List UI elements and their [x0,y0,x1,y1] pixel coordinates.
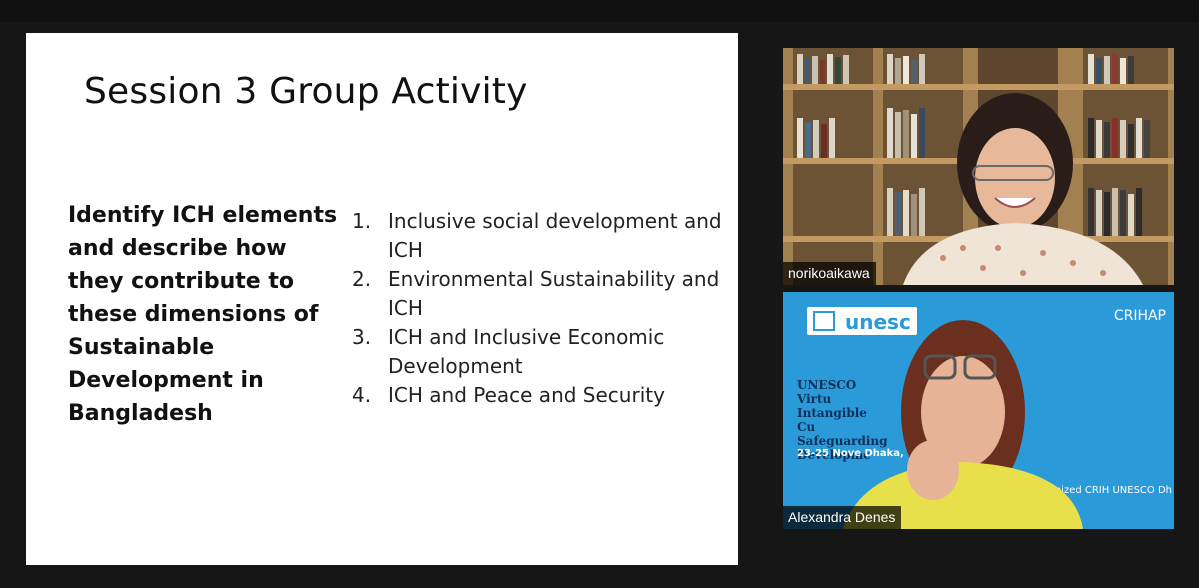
slide-title: Session 3 Group Activity [84,71,528,112]
list-number: 3. [352,325,372,349]
list-text: ICH and Peace and Security [388,383,665,407]
participant-name: Alexandra Denes [783,506,902,529]
list-item: 2. Environmental Sustainability and ICH [352,265,732,323]
list-item: 1. Inclusive social development and ICH [352,207,732,265]
list-number: 1. [352,209,372,233]
top-strip [0,0,1199,22]
list-text: Environmental Sustainability and ICH [388,267,720,320]
shared-slide: Session 3 Group Activity Identify ICH el… [26,33,738,565]
participant-video-tile[interactable]: unesc CRIHAP UNESCO Virtu Intangible Cu … [783,292,1174,529]
slide-list: 1. Inclusive social development and ICH … [352,207,732,410]
participant-figure [843,320,1083,529]
list-text: ICH and Inclusive Economic Development [388,325,665,378]
list-number: 4. [352,383,372,407]
list-item: 4. ICH and Peace and Security [352,381,732,410]
bookshelf-background [783,48,1174,285]
list-text: Inclusive social development and ICH [388,209,722,262]
list-item: 3. ICH and Inclusive Economic Developmen… [352,323,732,381]
participant-name: norikoaikawa [783,262,876,285]
list-number: 2. [352,267,372,291]
participant-video-tile[interactable]: norikoaikawa [783,48,1174,285]
slide-prompt: Identify ICH elements and describe how t… [68,203,338,426]
